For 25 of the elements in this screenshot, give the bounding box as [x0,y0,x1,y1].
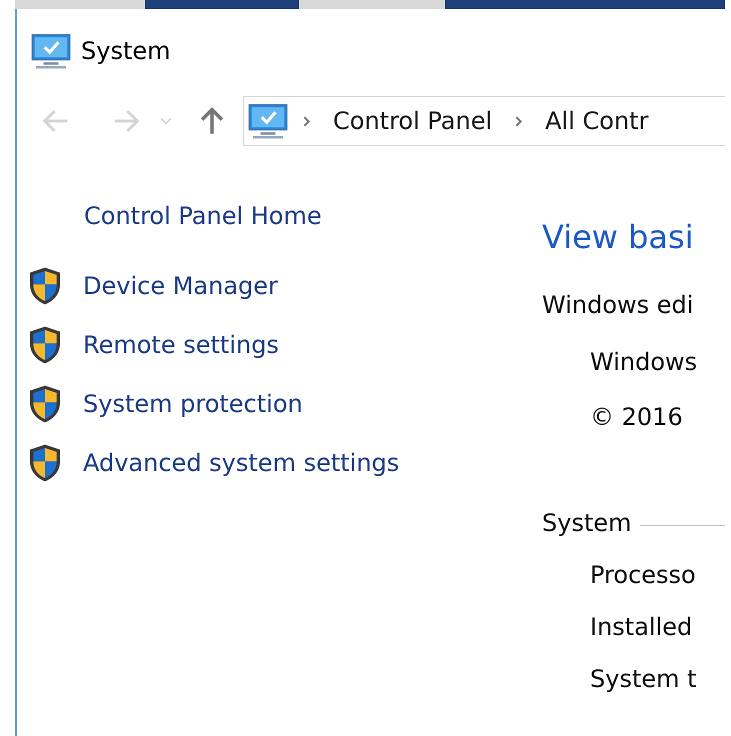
edition-text: © 2016 [590,403,684,431]
chevron-right-icon [302,114,311,128]
sidebar-link[interactable]: Advanced system settings [83,448,400,476]
computer-icon [31,33,71,69]
shield-icon [27,442,63,482]
shield-icon [27,266,63,306]
page-heading: View basi [542,218,695,256]
property-label: System t [590,665,698,693]
breadcrumb[interactable]: All Contr [545,107,648,135]
sidebar-link[interactable]: Device Manager [83,272,278,300]
shield-icon [27,384,63,424]
shield-icon [27,324,63,364]
sidebar-link[interactable]: System protection [83,390,303,418]
section-title: Windows edi [542,291,694,319]
edition-text: Windows [590,348,698,376]
window-title: System [81,37,170,65]
chevron-right-icon [514,114,524,128]
property-label: Processo [590,561,697,589]
section-title: System [542,509,632,537]
home-link[interactable]: Control Panel Home [84,202,542,230]
computer-icon [248,103,288,139]
breadcrumb[interactable]: Control Panel [333,107,492,135]
sidebar-link[interactable]: Remote settings [83,330,279,358]
property-label: Installed [590,613,694,641]
address-bar[interactable]: Control Panel All Contr [243,96,725,146]
